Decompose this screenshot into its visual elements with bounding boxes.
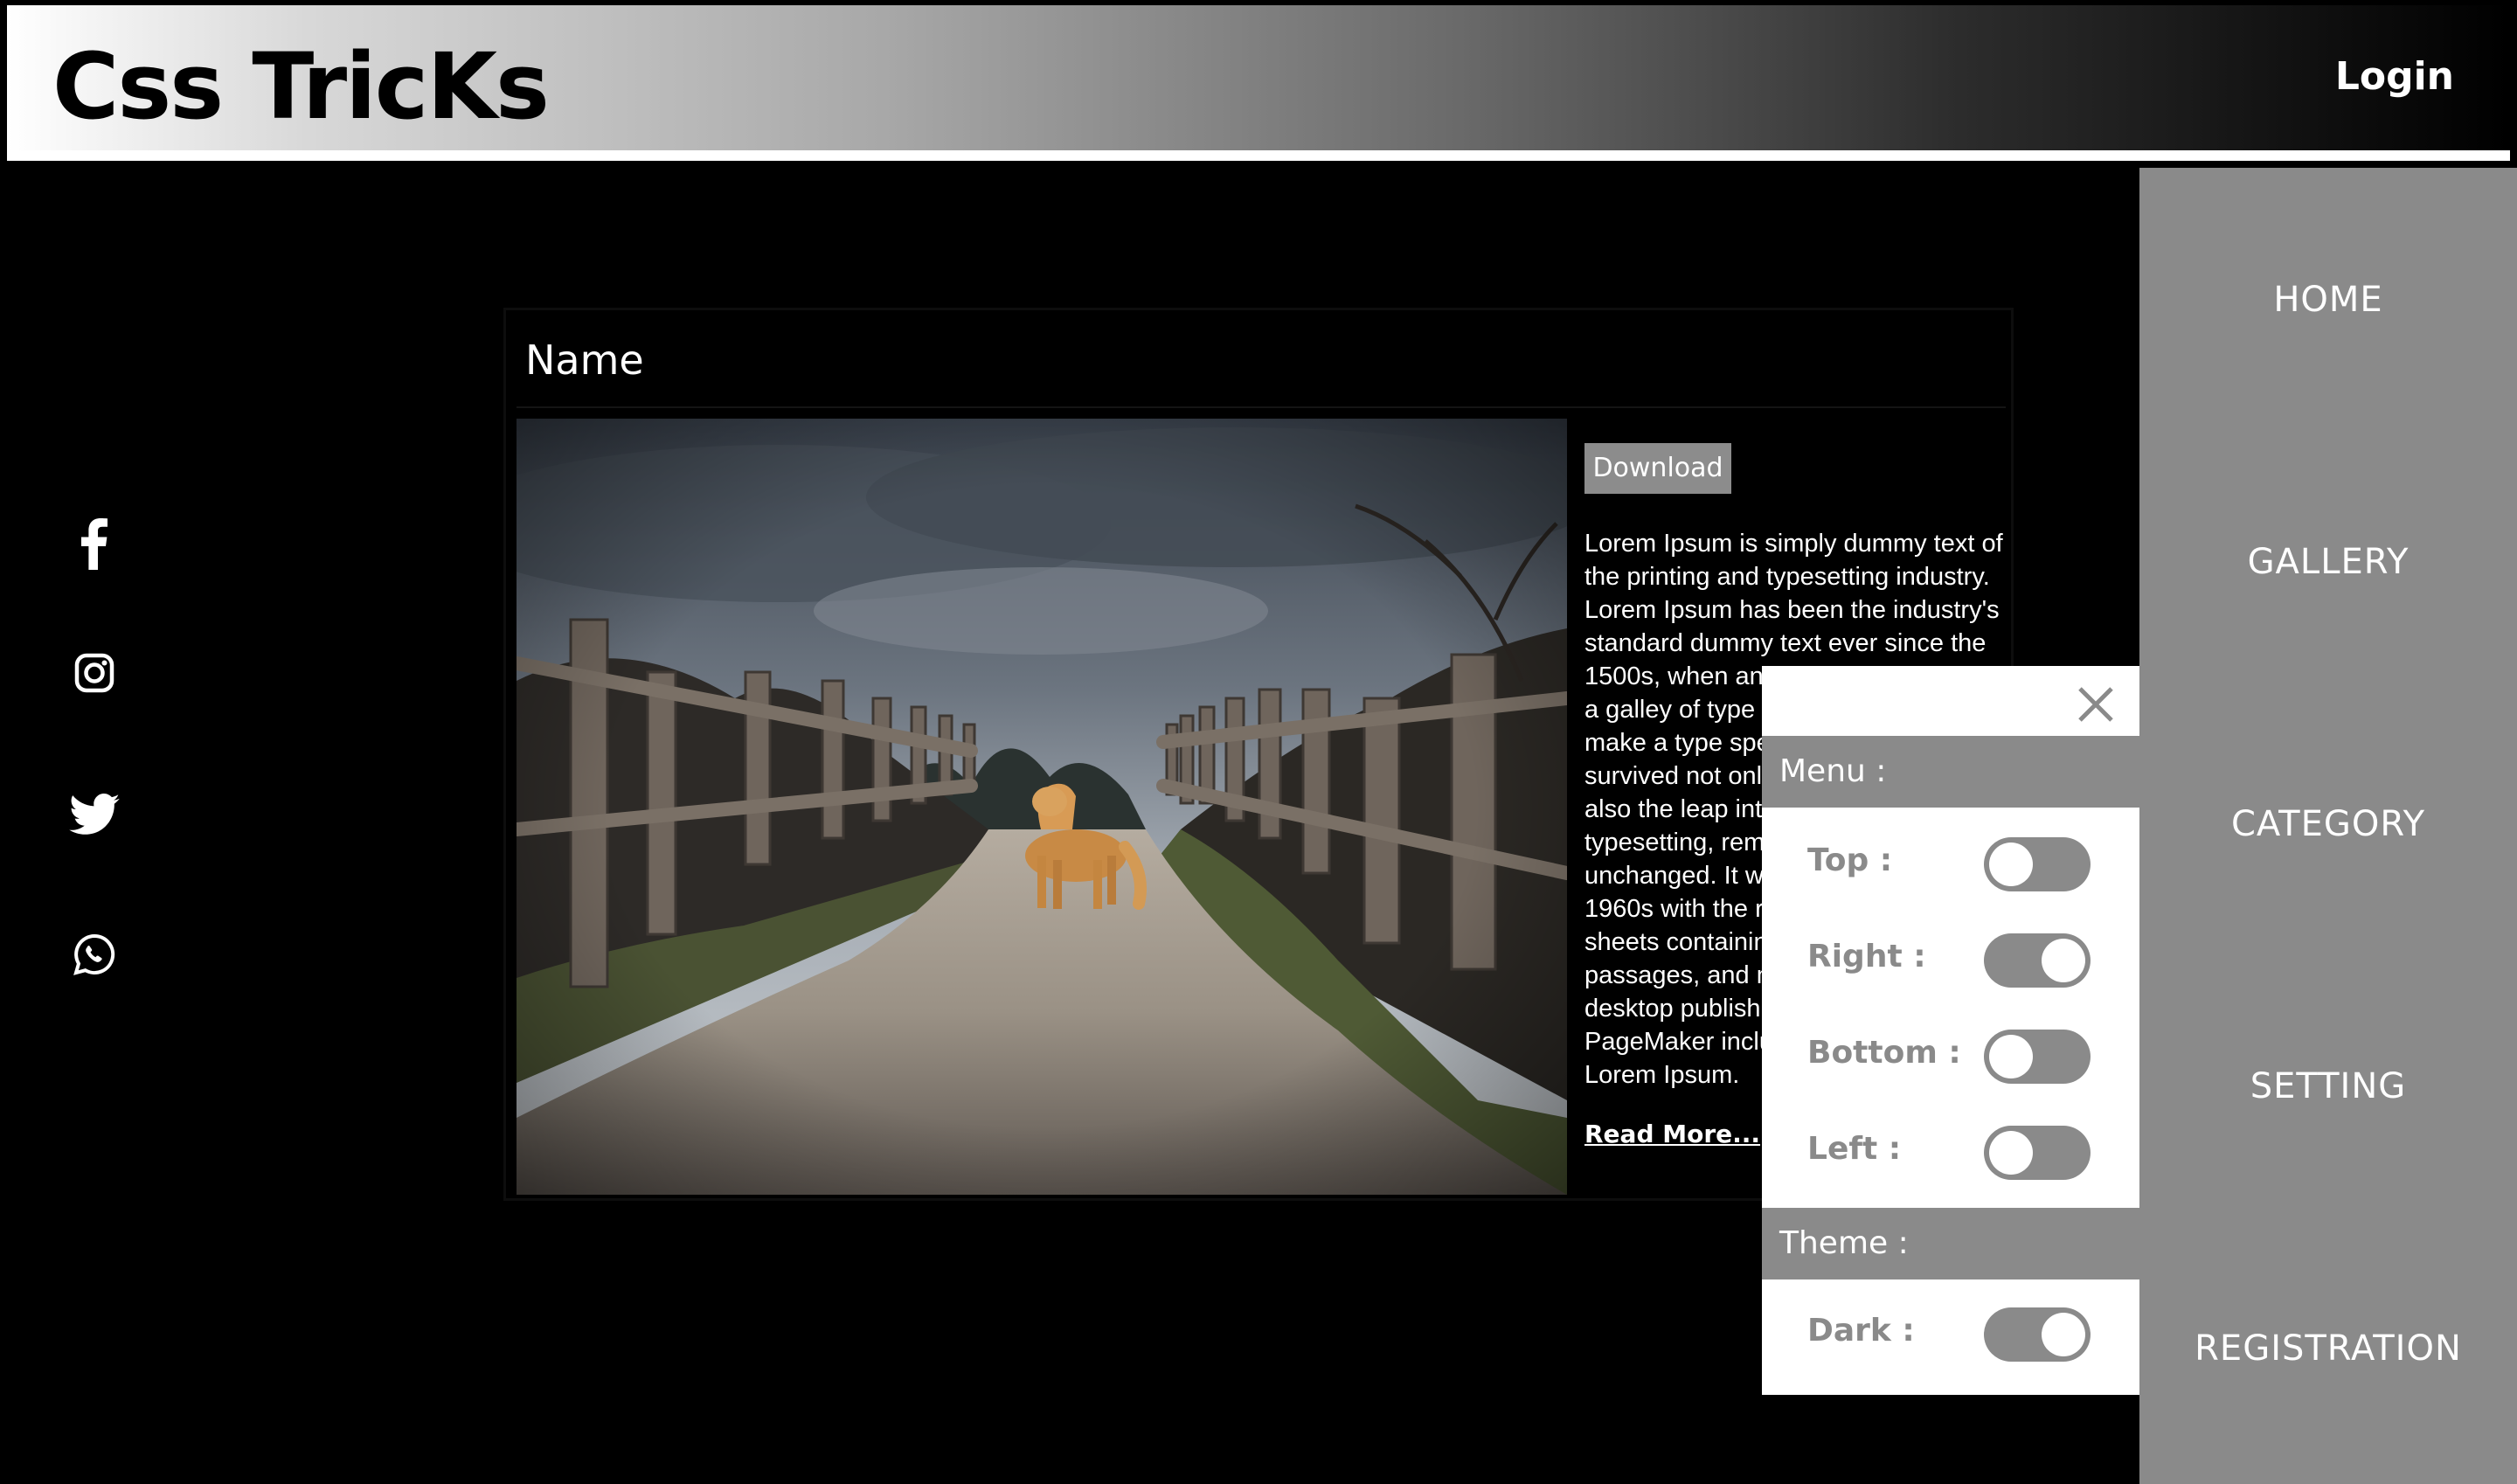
menu-bottom-label: Bottom : — [1807, 1035, 1961, 1071]
menu-heading: Menu : — [1762, 736, 2139, 808]
toggle-knob — [1989, 1131, 2033, 1175]
menu-left-toggle[interactable] — [1984, 1126, 2091, 1180]
twitter-icon[interactable] — [58, 778, 131, 851]
download-button[interactable]: Download — [1584, 443, 1731, 494]
card-divider — [517, 406, 2006, 408]
instagram-icon[interactable] — [58, 636, 131, 710]
menu-right-toggle[interactable] — [1984, 933, 2091, 988]
description-line: standard dummy text ever since the — [1584, 629, 1987, 657]
description-line: Lorem Ipsum is simply dummy text of — [1584, 530, 2003, 558]
facebook-icon[interactable] — [58, 507, 131, 580]
toggle-knob — [2042, 1313, 2085, 1356]
menu-top-label: Top : — [1807, 843, 1893, 878]
site-logo[interactable]: Css TricKs — [52, 30, 550, 143]
close-icon[interactable] — [2075, 683, 2117, 725]
toggle-knob — [2042, 939, 2085, 982]
login-link[interactable]: Login — [2335, 54, 2454, 99]
theme-heading: Theme : — [1762, 1208, 2139, 1279]
menu-right-label: Right : — [1807, 939, 1926, 974]
toggle-knob — [1989, 843, 2033, 886]
nav-item-gallery[interactable]: GALLERY — [2139, 542, 2517, 582]
nav-item-category[interactable]: CATEGORY — [2139, 804, 2517, 844]
description-line: the printing and typesetting industry. — [1584, 563, 1990, 591]
site-header: Css TricKs Login — [7, 5, 2510, 161]
side-nav: HOME GALLERY CATEGORY SETTING REGISTRATI… — [2139, 168, 2517, 1484]
nav-item-registration[interactable]: REGISTRATION — [2139, 1328, 2517, 1369]
read-more-link[interactable]: Read More... — [1584, 1120, 1760, 1148]
nav-item-home[interactable]: HOME — [2139, 280, 2517, 320]
nav-item-setting[interactable]: SETTING — [2139, 1066, 2517, 1106]
description-line: Lorem Ipsum has been the industry's — [1584, 596, 2000, 624]
card-title: Name — [525, 336, 644, 384]
menu-top-toggle[interactable] — [1984, 837, 2091, 891]
menu-left-label: Left : — [1807, 1131, 1902, 1167]
settings-panel: Menu : Top : Right : Bottom : Left : The… — [1762, 666, 2139, 1395]
menu-bottom-toggle[interactable] — [1984, 1030, 2091, 1084]
whatsapp-icon[interactable] — [58, 918, 131, 991]
theme-dark-toggle[interactable] — [1984, 1307, 2091, 1362]
dog-on-path-photo — [517, 419, 1567, 1195]
theme-dark-label: Dark : — [1807, 1313, 1915, 1349]
toggle-knob — [1989, 1035, 2033, 1078]
